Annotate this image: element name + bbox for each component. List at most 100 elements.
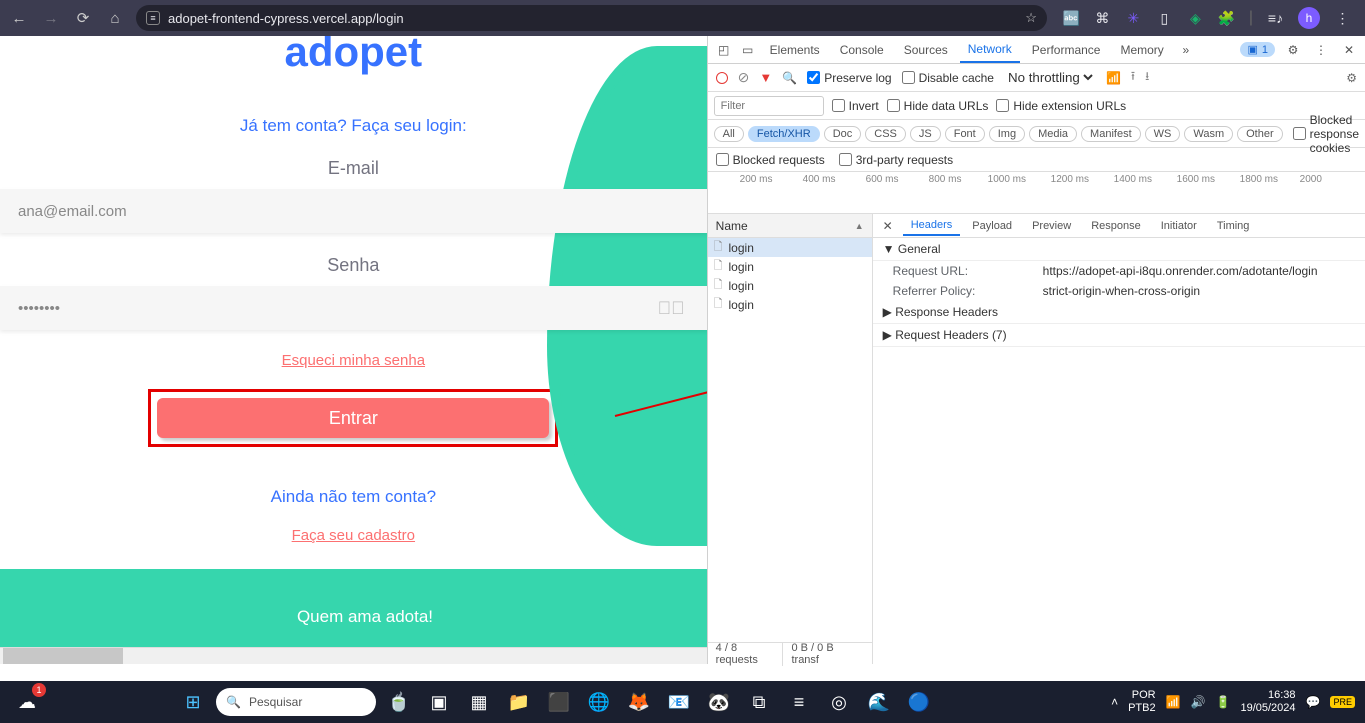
section-general[interactable]: ▼ General — [873, 238, 1365, 261]
tray-volume-icon[interactable]: 🔊 — [1191, 695, 1206, 709]
throttling-select[interactable]: No throttling — [1004, 69, 1096, 86]
hide-data-urls-checkbox[interactable] — [887, 99, 900, 112]
filter-input[interactable] — [714, 96, 824, 116]
tab-elements[interactable]: Elements — [762, 38, 828, 62]
media-control-icon[interactable]: ≡♪ — [1267, 10, 1284, 27]
type-chip-font[interactable]: Font — [945, 126, 985, 142]
login-button[interactable]: Entrar — [157, 398, 549, 438]
email-input[interactable] — [18, 203, 689, 220]
extension-icon[interactable]: 🔤 — [1063, 10, 1080, 27]
forward-button[interactable]: → — [40, 7, 62, 29]
close-devtools-icon[interactable]: ✕ — [1339, 43, 1359, 57]
close-detail-icon[interactable]: ✕ — [877, 219, 899, 233]
type-chip-css[interactable]: CSS — [865, 126, 906, 142]
taskbar-clock[interactable]: 16:3819/05/2024 — [1240, 689, 1295, 715]
page-horizontal-scrollbar[interactable] — [0, 647, 707, 664]
taskbar-outlook[interactable]: 📧 — [662, 685, 696, 719]
bookmark-star-icon[interactable]: ☆ — [1025, 10, 1037, 26]
type-chip-media[interactable]: Media — [1029, 126, 1077, 142]
profile-avatar[interactable]: h — [1298, 7, 1320, 29]
extension-icon[interactable]: ◈ — [1187, 10, 1204, 27]
third-party-checkbox[interactable] — [839, 153, 852, 166]
taskbar-app[interactable]: 🐼 — [702, 685, 736, 719]
tray-wifi-icon[interactable]: 📶 — [1166, 695, 1181, 709]
network-conditions-icon[interactable]: 📶 — [1106, 71, 1121, 85]
tab-sources[interactable]: Sources — [896, 38, 956, 62]
taskbar-chrome[interactable]: 🌐 — [582, 685, 616, 719]
type-chip-all[interactable]: All — [714, 126, 744, 142]
taskbar-terminal[interactable]: ⧉ — [742, 685, 776, 719]
network-timeline[interactable]: 200 ms 400 ms 600 ms 800 ms 1000 ms 1200… — [708, 172, 1365, 214]
tray-chevron-icon[interactable]: ˄ — [1111, 695, 1118, 709]
request-row[interactable]: 🗋login — [708, 238, 872, 257]
preserve-log-checkbox[interactable] — [807, 71, 820, 84]
more-tabs-icon[interactable]: » — [1176, 43, 1196, 57]
section-response-headers[interactable]: ▶ Response Headers — [873, 301, 1365, 324]
inspect-icon[interactable]: ◰ — [714, 43, 734, 57]
export-har-icon[interactable]: ⭳ — [1145, 67, 1149, 88]
extension-icon[interactable]: ✳ — [1125, 10, 1142, 27]
tab-console[interactable]: Console — [832, 38, 892, 62]
start-button[interactable]: ⊞ — [176, 685, 210, 719]
home-button[interactable]: ⌂ — [104, 7, 126, 29]
section-request-headers[interactable]: ▶ Request Headers (7) — [873, 324, 1365, 347]
password-input[interactable] — [18, 300, 689, 317]
tray-app-icon[interactable]: PRE — [1330, 696, 1355, 708]
request-row[interactable]: 🗋login — [708, 257, 872, 276]
type-chip-fetch[interactable]: Fetch/XHR — [748, 126, 820, 142]
taskbar-app[interactable]: ▦ — [462, 685, 496, 719]
extension-icon[interactable]: ▯ — [1156, 10, 1173, 27]
taskbar-weather[interactable]: ☁1 — [10, 685, 44, 719]
tray-notifications-icon[interactable]: 💬 — [1306, 695, 1321, 709]
network-settings-gear-icon[interactable]: ⚙ — [1346, 71, 1357, 85]
request-row[interactable]: 🗋login — [708, 276, 872, 295]
import-har-icon[interactable]: ⭱ — [1131, 67, 1135, 88]
taskbar-task-view[interactable]: ▣ — [422, 685, 456, 719]
settings-gear-icon[interactable]: ⚙ — [1283, 43, 1303, 57]
filter-toggle-icon[interactable]: ▼ — [759, 70, 772, 85]
tab-network[interactable]: Network — [960, 37, 1020, 63]
request-list-header[interactable]: Name▲ — [708, 214, 872, 238]
search-icon[interactable]: 🔍 — [782, 71, 797, 85]
browser-menu-icon[interactable]: ⋮ — [1334, 10, 1351, 27]
back-button[interactable]: ← — [8, 7, 30, 29]
type-chip-manifest[interactable]: Manifest — [1081, 126, 1141, 142]
site-settings-icon[interactable]: ≡ — [146, 11, 160, 25]
devtools-menu-icon[interactable]: ⋮ — [1311, 43, 1331, 57]
clear-button[interactable]: ⊘ — [738, 69, 750, 86]
detail-tab-timing[interactable]: Timing — [1209, 217, 1258, 235]
taskbar-cypress[interactable]: ◎ — [822, 685, 856, 719]
request-row[interactable]: 🗋login — [708, 295, 872, 314]
detail-tab-initiator[interactable]: Initiator — [1153, 217, 1205, 235]
address-bar[interactable]: ≡ adopet-frontend-cypress.vercel.app/log… — [136, 5, 1047, 31]
detail-tab-payload[interactable]: Payload — [964, 217, 1020, 235]
detail-tab-headers[interactable]: Headers — [903, 216, 961, 236]
taskbar-app[interactable]: ⬛ — [542, 685, 576, 719]
type-chip-img[interactable]: Img — [989, 126, 1025, 142]
type-chip-wasm[interactable]: Wasm — [1184, 126, 1233, 142]
taskbar-edge[interactable]: 🌊 — [862, 685, 896, 719]
tab-performance[interactable]: Performance — [1024, 38, 1109, 62]
hide-extension-urls-checkbox[interactable] — [996, 99, 1009, 112]
record-button[interactable] — [716, 72, 728, 84]
taskbar-firefox[interactable]: 🦊 — [622, 685, 656, 719]
blocked-cookies-checkbox[interactable] — [1293, 127, 1306, 140]
taskbar-app[interactable]: 🍵 — [382, 685, 416, 719]
extension-icon[interactable]: ⌘ — [1094, 10, 1111, 27]
type-chip-ws[interactable]: WS — [1145, 126, 1181, 142]
taskbar-explorer[interactable]: 📁 — [502, 685, 536, 719]
taskbar-language[interactable]: PORPTB2 — [1128, 689, 1156, 715]
invert-checkbox[interactable] — [832, 99, 845, 112]
reload-button[interactable]: ⟳ — [72, 7, 94, 29]
taskbar-vscode[interactable]: ≡ — [782, 685, 816, 719]
taskbar-search[interactable]: 🔍Pesquisar — [216, 688, 376, 716]
device-toolbar-icon[interactable]: ▭ — [738, 43, 758, 57]
detail-tab-response[interactable]: Response — [1083, 217, 1149, 235]
type-chip-js[interactable]: JS — [910, 126, 941, 142]
type-chip-doc[interactable]: Doc — [824, 126, 862, 142]
extensions-menu-icon[interactable]: 🧩 — [1218, 10, 1235, 27]
blocked-requests-checkbox[interactable] — [716, 153, 729, 166]
taskbar-app[interactable]: 🔵 — [902, 685, 936, 719]
issues-badge[interactable]: ▣ 1 — [1240, 42, 1275, 57]
type-chip-other[interactable]: Other — [1237, 126, 1283, 142]
